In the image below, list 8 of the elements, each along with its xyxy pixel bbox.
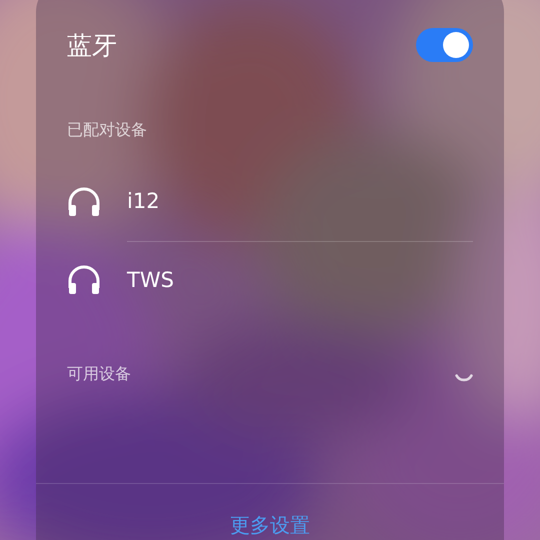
section-heading: 已配对设备 xyxy=(67,120,147,139)
section-heading: 可用设备 xyxy=(67,362,131,385)
panel-title: 蓝牙 xyxy=(67,32,117,58)
headphones-icon xyxy=(67,186,101,218)
device-item[interactable]: TWS xyxy=(36,241,504,320)
headphones-icon xyxy=(67,264,101,296)
device-item[interactable]: i12 xyxy=(36,163,504,242)
more-settings-link[interactable]: 更多设置 xyxy=(230,510,310,540)
